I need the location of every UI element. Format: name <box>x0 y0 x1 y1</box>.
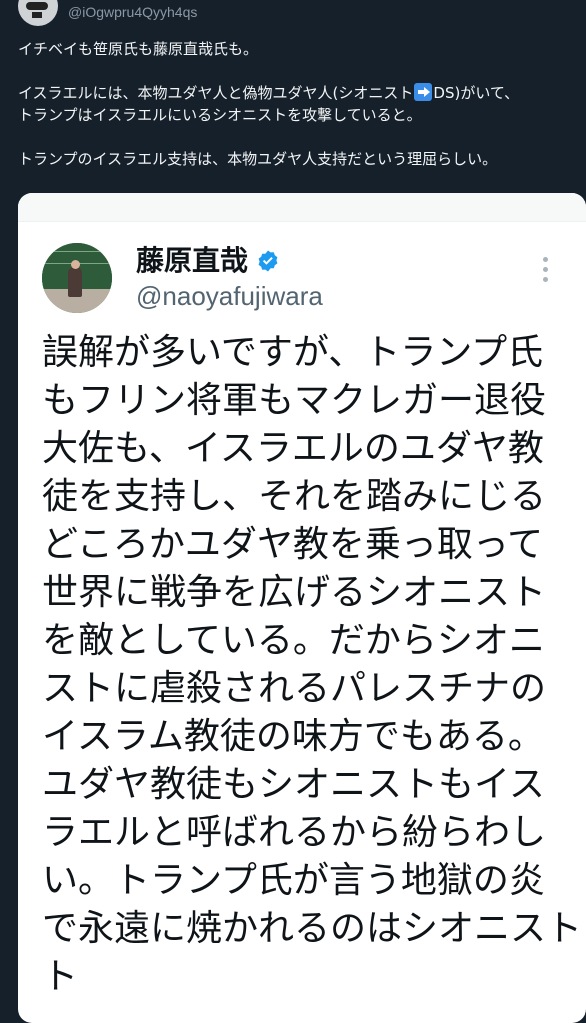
quoted-display-name[interactable]: 藤原直哉 <box>136 239 280 279</box>
quoted-line: もフリン将軍もマクレガー退役 <box>42 380 547 421</box>
quoted-line: ストに虐殺されるパレスチナの <box>42 668 547 709</box>
quoted-line: 世界に戦争を広げるシオニスト <box>42 572 547 613</box>
quoted-line: を敵としている。だからシオニ <box>42 620 545 661</box>
quoted-handle[interactable]: @naoyafujiwara <box>136 281 323 312</box>
quoted-line: 誤解が多いですが、トランプ氏 <box>42 332 544 373</box>
retweeter-avatar[interactable] <box>18 0 58 26</box>
quoted-name-text: 藤原直哉 <box>136 244 249 277</box>
quoted-line: ユダヤ教徒もシオニストもイス <box>42 764 545 805</box>
quoted-line: ラエルと呼ばれるから紛らわし <box>42 812 547 853</box>
post-line: イチベイも笹原氏も藤原直哉氏も。 <box>18 40 259 58</box>
quoted-line: どころかユダヤ教を乗っ取って <box>42 524 544 565</box>
quoted-body: 誤解が多いですが、トランプ氏 もフリン将軍もマクレガー退役 大佐も、イスラエルの… <box>42 329 583 1001</box>
post-line: トランプのイスラエル支持は、本物ユダヤ人支持だという理屈らしい。 <box>18 150 498 168</box>
quoted-line: い。トランプ氏が言う地獄の炎 <box>42 860 545 901</box>
post-line: イスラエルには、本物ユダヤ人と偽物ユダヤ人(シオニスト DS)がいて、 <box>18 83 520 102</box>
quoted-avatar[interactable] <box>42 243 112 313</box>
quoted-line: で永遠に焼かれるのはシオニスト <box>42 908 583 949</box>
quoted-line: ト <box>42 956 79 997</box>
retweeter-handle[interactable]: @iOgwpru4Qyyh4qs <box>68 4 197 20</box>
quoted-line: 大佐も、イスラエルのユダヤ教 <box>42 428 544 469</box>
post-text: イチベイも笹原氏も藤原直哉氏も。 イスラエルには、本物ユダヤ人と偽物ユダヤ人(シ… <box>18 38 578 170</box>
retweeter-header: @iOgwpru4Qyyh4qs <box>0 0 586 30</box>
verified-badge-icon <box>258 250 278 272</box>
quoted-tweet-card[interactable]: 藤原直哉 @naoyafujiwara 誤解が多いですが、トランプ氏 もフリン将… <box>18 193 586 1023</box>
card-header-band <box>18 193 586 222</box>
quoted-line: 徒を支持し、それを踏みにじる <box>42 476 547 517</box>
quoted-line: イスラム教徒の味方でもある。 <box>42 716 544 757</box>
post-line: トランプはイスラエルにいるシオニストを攻撃していると。 <box>18 106 422 124</box>
right-arrow-icon <box>414 83 433 101</box>
more-options-icon[interactable] <box>542 257 550 287</box>
